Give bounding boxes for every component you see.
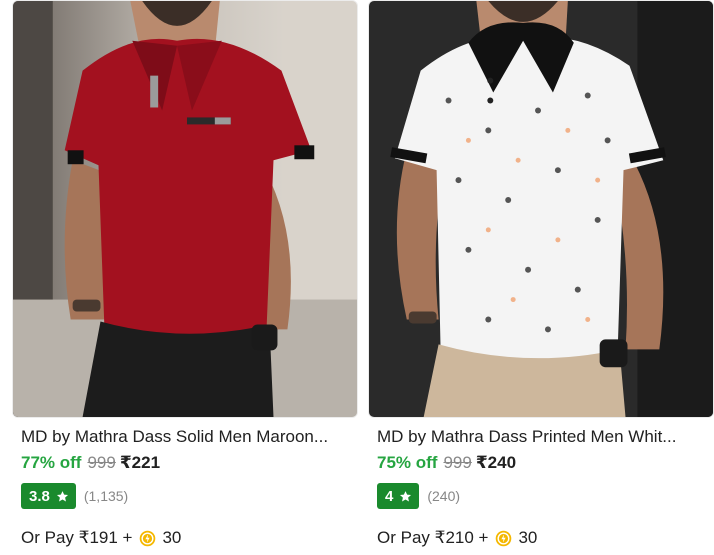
- rating-count: (1,135): [83, 488, 129, 504]
- original-price: 999: [443, 453, 472, 472]
- selling-price: ₹240: [475, 453, 517, 472]
- product-image[interactable]: [12, 0, 358, 418]
- product-image[interactable]: [368, 0, 714, 418]
- coin-icon: [496, 530, 512, 546]
- rating-row: 3.8 (1,135): [21, 483, 128, 509]
- supercoin-pay-row: Or Pay ₹191 + 30: [21, 527, 181, 549]
- product-photo-white: [369, 1, 713, 417]
- rating-value: 3.8: [29, 487, 50, 505]
- selling-price: ₹221: [119, 453, 161, 472]
- pay-text: Or Pay ₹191 +: [21, 528, 133, 547]
- price-row: 75% off 999 ₹240: [377, 452, 516, 474]
- coin-icon: [140, 530, 156, 546]
- supercoin-pay-row: Or Pay ₹210 + 30: [377, 527, 537, 549]
- product-title[interactable]: MD by Mathra Dass Printed Men Whit...: [377, 426, 709, 448]
- original-price: 999: [87, 453, 116, 472]
- coin-amount: 30: [162, 528, 182, 547]
- product-photo-maroon: [13, 1, 357, 417]
- rating-badge: 3.8: [21, 483, 76, 509]
- rating-count: (240): [427, 488, 461, 504]
- coin-amount: 30: [518, 528, 538, 547]
- discount-label: 77% off: [21, 453, 82, 472]
- product-card[interactable]: MD by Mathra Dass Solid Men Maroon... 77…: [12, 0, 358, 555]
- discount-label: 75% off: [377, 453, 438, 472]
- pay-text: Or Pay ₹210 +: [377, 528, 489, 547]
- product-card[interactable]: MD by Mathra Dass Printed Men Whit... 75…: [368, 0, 714, 555]
- star-icon: [400, 490, 412, 501]
- rating-row: 4 (240): [377, 483, 460, 509]
- star-icon: [56, 490, 68, 501]
- price-row: 77% off 999 ₹221: [21, 452, 160, 474]
- product-title[interactable]: MD by Mathra Dass Solid Men Maroon...: [21, 426, 353, 448]
- rating-badge: 4: [377, 483, 420, 509]
- rating-value: 4: [385, 487, 394, 505]
